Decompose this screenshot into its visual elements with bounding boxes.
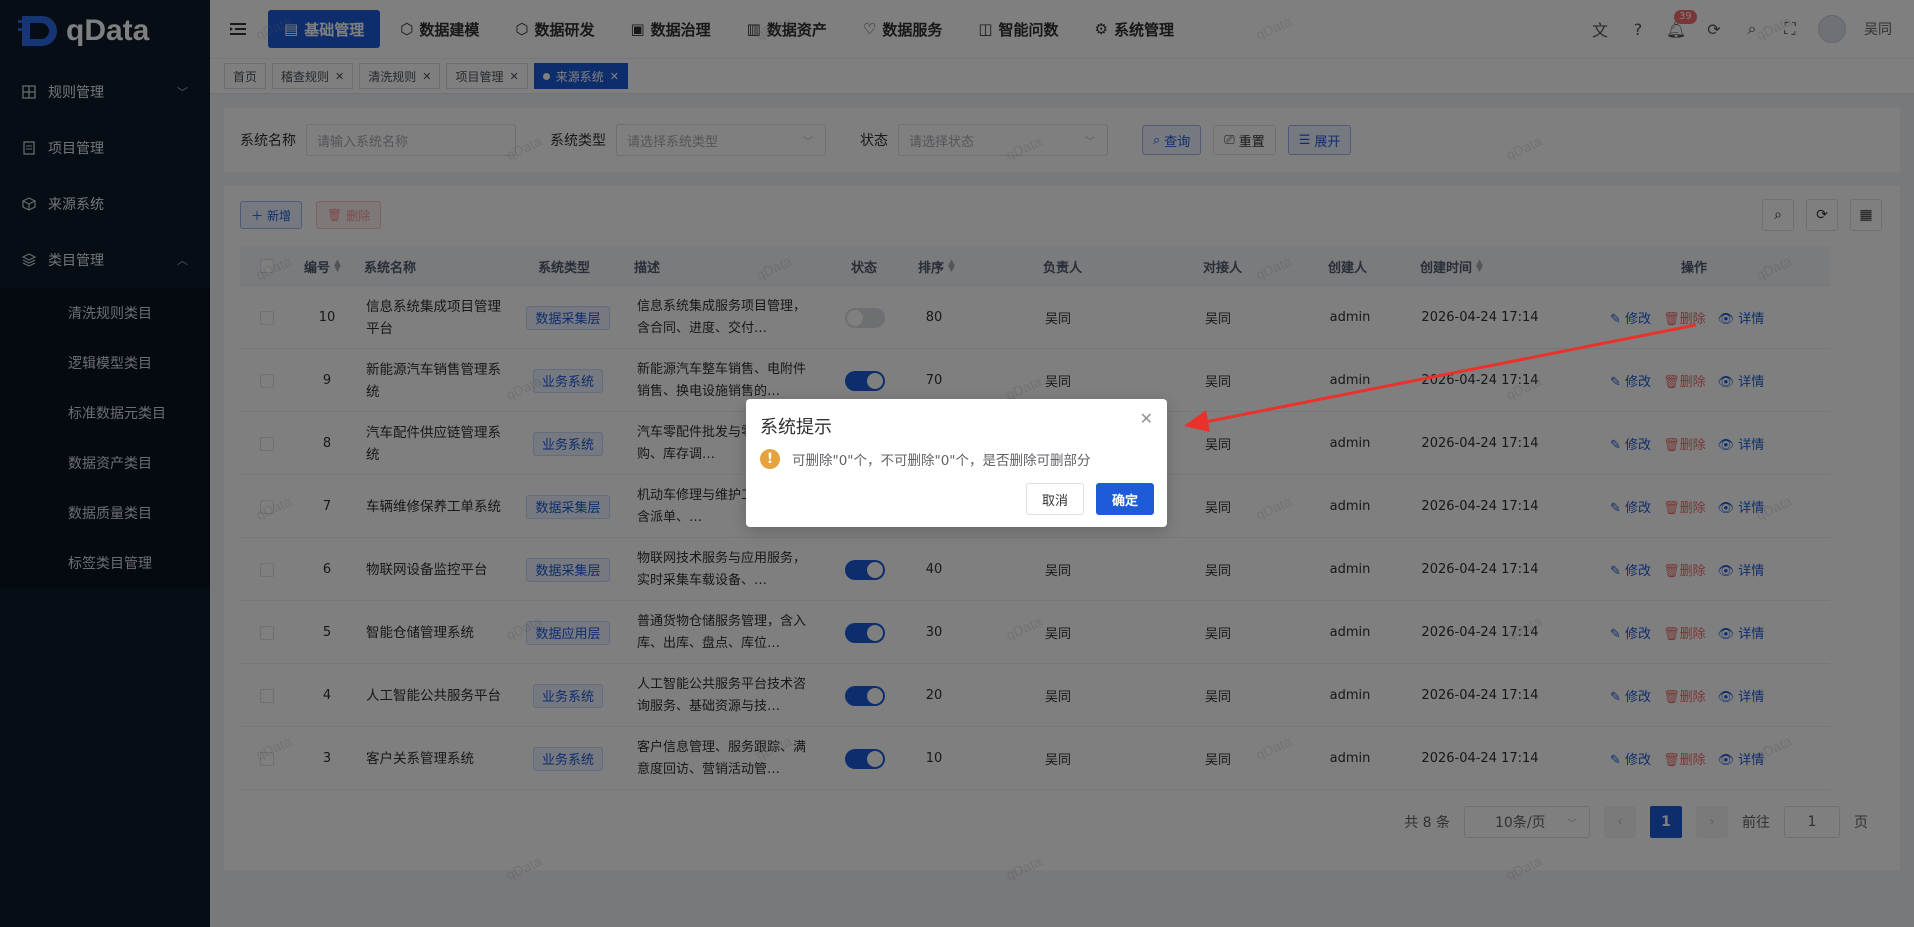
dialog-message-text: 可删除"0"个，不可删除"0"个，是否删除可删部分 — [792, 453, 1091, 469]
dialog-message: ! 可删除"0"个，不可删除"0"个，是否删除可删部分 — [760, 449, 1091, 469]
warning-icon: ! — [760, 449, 780, 469]
dialog-buttons: 取消 确定 — [1025, 483, 1154, 515]
confirm-button[interactable]: 确定 — [1095, 483, 1154, 515]
cancel-button[interactable]: 取消 — [1025, 483, 1084, 515]
dialog-title: 系统提示 — [760, 417, 832, 438]
close-icon[interactable]: ✕ — [1140, 409, 1153, 428]
confirm-dialog: 系统提示 ✕ ! 可删除"0"个，不可删除"0"个，是否删除可删部分 取消 确定 — [746, 399, 1167, 527]
